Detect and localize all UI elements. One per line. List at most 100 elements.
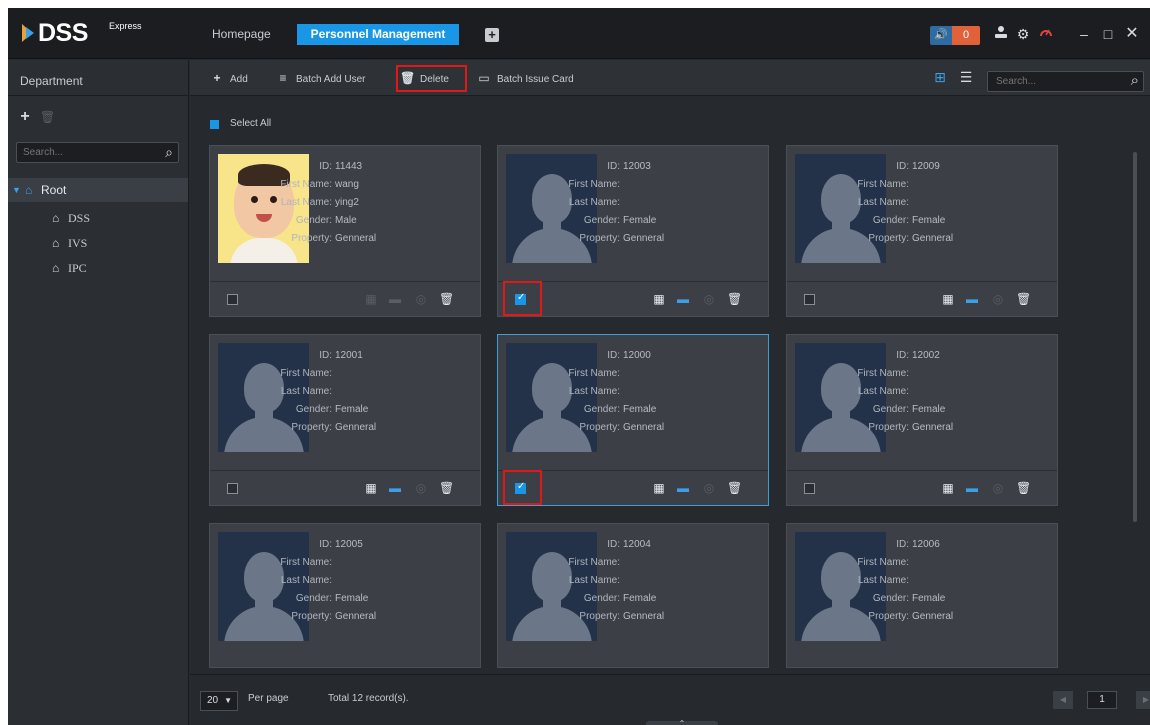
gear-icon[interactable]: ⚙ — [1014, 25, 1032, 43]
person-info: ID: 12004 First Name: Last Name: Gender: Fema… — [568, 536, 728, 626]
card-icon[interactable]: ▬ — [676, 291, 690, 307]
gender-row: Gender: Female — [296, 401, 440, 419]
personnel-card[interactable]: ID: 12000 First Name: Last Name: Gender: Fema… — [497, 334, 769, 506]
tab-personnel-management[interactable]: Personnel Management — [297, 24, 459, 45]
card-actions: ▦ ▬ ◎ 🗑 — [364, 291, 474, 307]
qr-code-icon[interactable]: ▦ — [364, 291, 378, 307]
grid-view-icon[interactable]: ⊞ — [932, 69, 948, 85]
batch-add-user-button[interactable]: ≡ Batch Add User — [276, 70, 365, 86]
tree-item-root[interactable]: ▼ ⌂ Root — [8, 178, 188, 202]
personnel-card[interactable]: ID: 12003 First Name: Last Name: Gender: Fema… — [497, 145, 769, 317]
expand-arrow-icon[interactable]: ▼ — [12, 178, 21, 202]
card-checkbox[interactable] — [804, 483, 815, 494]
id-value: 12006 — [912, 539, 940, 550]
fingerprint-icon[interactable]: ◎ — [414, 291, 428, 307]
search-icon[interactable]: ⌕ — [165, 144, 173, 161]
first-name-row: First Name: — [568, 176, 728, 194]
next-page-button[interactable]: ▶ — [1136, 691, 1150, 709]
gender-row: Gender: Female — [296, 590, 440, 608]
id-label: ID: — [319, 350, 332, 361]
alarm-sound-button[interactable]: 🔊 0 — [930, 26, 980, 45]
personnel-search[interactable]: ⌕ — [987, 71, 1144, 92]
card-checkbox[interactable] — [227, 294, 238, 305]
qr-code-icon[interactable]: ▦ — [941, 480, 955, 496]
per-page-select[interactable]: 20 ▼ — [200, 691, 238, 711]
card-icon[interactable]: ▬ — [965, 480, 979, 496]
collapse-handle[interactable]: ⌃ — [646, 720, 718, 725]
app-logo: DSS Express — [18, 18, 188, 48]
qr-code-icon[interactable]: ▦ — [941, 291, 955, 307]
card-icon[interactable]: ▬ — [965, 291, 979, 307]
card-icon[interactable]: ▬ — [388, 291, 402, 307]
qr-code-icon[interactable]: ▦ — [652, 480, 666, 496]
person-info: ID: 12000 First Name: Last Name: Gender: Fema… — [568, 347, 728, 437]
card-icon[interactable]: ▬ — [676, 480, 690, 496]
fingerprint-icon[interactable]: ◎ — [991, 480, 1005, 496]
trash-icon[interactable]: 🗑 — [727, 291, 742, 307]
fingerprint-icon[interactable]: ◎ — [414, 480, 428, 496]
minimize-icon[interactable]: – — [1075, 25, 1093, 43]
batch-issue-card-button[interactable]: ▭ Batch Issue Card — [477, 70, 573, 86]
list-view-icon[interactable]: ☰ — [958, 69, 974, 85]
personnel-card[interactable]: ID: 12002 First Name: Last Name: Gender: Fema… — [786, 334, 1058, 506]
scrollbar[interactable] — [1133, 152, 1137, 522]
personnel-card[interactable]: ID: 12009 First Name: Last Name: Gender: Fema… — [786, 145, 1058, 317]
card-checkbox[interactable] — [227, 483, 238, 494]
trash-icon[interactable]: 🗑 — [1016, 291, 1031, 307]
id-row: ID: 12000 — [598, 347, 728, 365]
id-value: 12004 — [623, 539, 651, 550]
qr-code-icon[interactable]: ▦ — [364, 480, 378, 496]
trash-icon[interactable]: 🗑 — [439, 480, 454, 496]
batch-add-user-label: Batch Add User — [296, 74, 366, 85]
card-actions: ▦ ▬ ◎ 🗑 — [652, 480, 762, 496]
delete-department-icon[interactable]: 🗑 — [40, 110, 55, 124]
trash-icon[interactable]: 🗑 — [727, 480, 742, 496]
card-icon[interactable]: ▬ — [388, 480, 402, 496]
fingerprint-icon[interactable]: ◎ — [702, 291, 716, 307]
property-value: Genneral — [623, 422, 665, 433]
tree-item-label: IVS — [68, 236, 88, 250]
add-department-icon[interactable]: + — [18, 109, 32, 125]
add-tab-icon[interactable]: + — [485, 28, 499, 42]
trash-icon[interactable]: 🗑 — [439, 291, 454, 307]
maximize-icon[interactable]: □ — [1099, 25, 1117, 43]
gender-label: Gender: — [583, 404, 620, 415]
trash-icon[interactable]: 🗑 — [1016, 480, 1031, 496]
previous-page-button[interactable]: ◀ — [1053, 691, 1073, 709]
user-icon[interactable] — [992, 25, 1010, 43]
property-row: Property: Genneral — [579, 608, 728, 626]
personnel-card[interactable]: ID: 12004 First Name: Last Name: Gender: Fema… — [497, 523, 769, 668]
first-name-label: First Name: — [280, 368, 332, 379]
page-number-input[interactable]: 1 — [1087, 691, 1117, 709]
card-checkbox[interactable] — [804, 294, 815, 305]
delete-button[interactable]: 🗑 Delete — [400, 70, 449, 86]
search-icon[interactable]: ⌕ — [1131, 72, 1139, 89]
close-icon[interactable]: ✕ — [1123, 25, 1141, 43]
department-search[interactable]: ⌕ — [16, 142, 179, 163]
id-row: ID: 12001 — [310, 347, 440, 365]
total-records: Total 12 record(s). — [328, 693, 409, 704]
department-icon: ⌂ — [52, 261, 60, 275]
personnel-card[interactable]: ID: 11443 First Name: wang Last Name: ying2 Ge… — [209, 145, 481, 317]
qr-code-icon[interactable]: ▦ — [652, 291, 666, 307]
per-page-label: Per page — [248, 693, 289, 704]
gender-label: Gender: — [295, 593, 332, 604]
tab-homepage[interactable]: Homepage — [202, 24, 281, 45]
personnel-card[interactable]: ID: 12001 First Name: Last Name: Gender: Fema… — [209, 334, 481, 506]
property-value: Genneral — [912, 422, 954, 433]
person-info: ID: 12006 First Name: Last Name: Gender: Fema… — [857, 536, 1017, 626]
person-info: ID: 12001 First Name: Last Name: Gender: Fema… — [280, 347, 440, 437]
add-button[interactable]: + Add — [210, 70, 247, 86]
gauge-icon[interactable] — [1037, 25, 1055, 43]
last-name-label: Last Name: — [857, 386, 909, 397]
personnel-card[interactable]: ID: 12005 First Name: Last Name: Gender: Fema… — [209, 523, 481, 668]
department-search-input[interactable] — [23, 145, 153, 160]
id-row: ID: 12002 — [887, 347, 1017, 365]
personnel-search-input[interactable] — [996, 74, 1116, 89]
personnel-card[interactable]: ID: 12006 First Name: Last Name: Gender: Fema… — [786, 523, 1058, 668]
fingerprint-icon[interactable]: ◎ — [702, 480, 716, 496]
select-all-box[interactable] — [210, 120, 219, 129]
id-value: 12005 — [335, 539, 363, 550]
fingerprint-icon[interactable]: ◎ — [991, 291, 1005, 307]
id-value: 12001 — [335, 350, 363, 361]
